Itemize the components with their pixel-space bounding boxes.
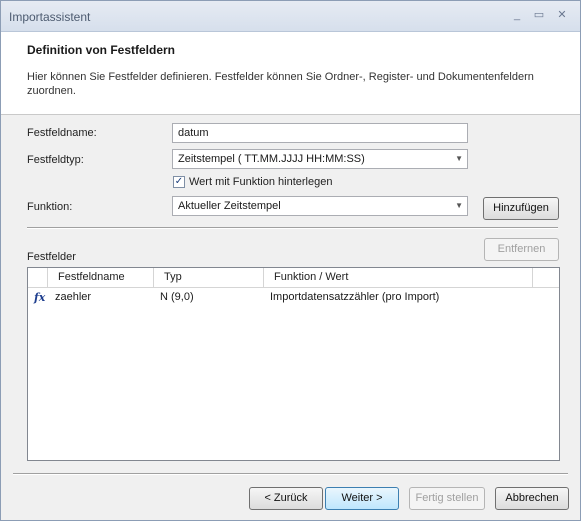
funktion-select[interactable]: Aktueller Zeitstempel ▼ <box>172 196 468 216</box>
finish-button[interactable]: Fertig stellen <box>409 487 485 510</box>
footer-divider <box>13 473 568 475</box>
wizard-header: Definition von Festfeldern Hier können S… <box>1 32 580 115</box>
next-button[interactable]: Weiter > <box>325 487 399 510</box>
festfeldname-input[interactable]: datum <box>172 123 468 143</box>
festfelder-label: Festfelder <box>27 251 76 263</box>
icon-column-header <box>28 268 48 287</box>
maximize-icon[interactable]: ▭ <box>531 8 547 22</box>
list-header: Festfeldname Typ Funktion / Wert <box>28 268 559 288</box>
festfeldtyp-select[interactable]: Zeitstempel ( TT.MM.JJJJ HH:MM:SS) ▼ <box>172 149 468 169</box>
row-name: zaehler <box>55 291 92 303</box>
function-icon: fx <box>34 291 46 304</box>
title-bar: Importassistent _ ▭ ✕ <box>1 1 580 32</box>
festfeldtyp-label: Festfeldtyp: <box>27 154 84 166</box>
wert-mit-funktion-checkbox[interactable]: ✓ <box>173 176 185 188</box>
festfelder-list[interactable]: Festfeldname Typ Funktion / Wert fx zaeh… <box>27 267 560 461</box>
funktion-value: Aktueller Zeitstempel <box>178 200 281 212</box>
chevron-down-icon: ▼ <box>455 154 463 163</box>
wert-mit-funktion-label: Wert mit Funktion hinterlegen <box>189 176 333 188</box>
row-typ: N (9,0) <box>160 291 194 303</box>
festfeldtyp-value: Zeitstempel ( TT.MM.JJJJ HH:MM:SS) <box>178 153 365 165</box>
remove-button[interactable]: Entfernen <box>484 238 559 261</box>
table-row[interactable]: fx zaehler N (9,0) Importdatensatzzähler… <box>28 288 559 306</box>
minimize-icon[interactable]: _ <box>509 8 525 22</box>
divider <box>27 227 558 229</box>
funktion-label: Funktion: <box>27 201 73 213</box>
row-funktion: Importdatensatzzähler (pro Import) <box>270 291 440 303</box>
back-button[interactable]: < Zurück <box>249 487 323 510</box>
import-wizard-window: Importassistent _ ▭ ✕ Definition von Fes… <box>0 0 581 521</box>
chevron-down-icon: ▼ <box>455 201 463 210</box>
page-title: Definition von Festfeldern <box>27 43 176 57</box>
cancel-button[interactable]: Abbrechen <box>495 487 569 510</box>
close-icon[interactable]: ✕ <box>554 8 570 22</box>
add-button[interactable]: Hinzufügen <box>483 197 559 220</box>
festfeldname-label: Festfeldname: <box>27 127 97 139</box>
page-description: Hier können Sie Festfelder definieren. F… <box>27 71 534 97</box>
column-header-typ[interactable]: Typ <box>154 268 264 287</box>
column-header-festfeldname[interactable]: Festfeldname <box>48 268 154 287</box>
window-title: Importassistent <box>9 10 91 24</box>
column-header-funktion[interactable]: Funktion / Wert <box>264 268 533 287</box>
